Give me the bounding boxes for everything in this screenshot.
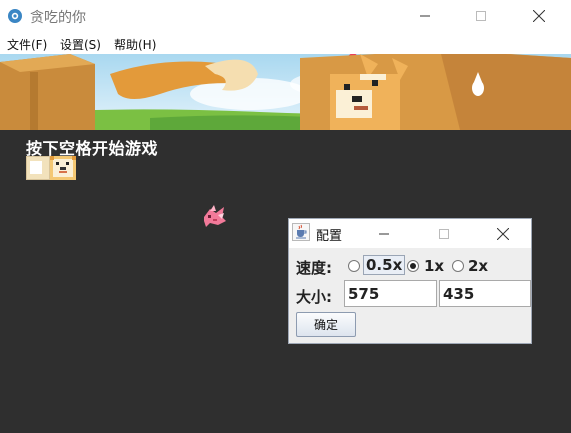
title-bar: 贪吃的你 <box>0 0 571 33</box>
java-cup-icon <box>292 223 310 241</box>
close-button[interactable] <box>516 0 562 32</box>
speed-radio-1x[interactable] <box>407 260 419 272</box>
close-icon <box>533 10 545 22</box>
window-title: 贪吃的你 <box>30 10 86 26</box>
shiba-head-icon <box>50 156 76 180</box>
height-input[interactable]: 435 <box>439 280 531 307</box>
dialog-maximize-button[interactable] <box>424 219 464 248</box>
dialog-title-bar: 配置 <box>289 219 531 248</box>
pink-bird-icon <box>204 205 226 227</box>
speed-option-1x-label[interactable]: 1x <box>424 257 444 275</box>
dialog-minimize-button[interactable] <box>364 219 404 248</box>
menu-help[interactable]: 帮助(H) <box>114 36 156 53</box>
maximize-icon <box>476 11 486 21</box>
menu-bar: 文件(F) 设置(S) 帮助(H) <box>0 32 571 54</box>
menu-file[interactable]: 文件(F) <box>7 36 47 53</box>
speed-option-2x-label[interactable]: 2x <box>468 257 488 275</box>
app-gear-icon <box>8 9 22 23</box>
header-banner-image <box>0 54 571 130</box>
minimize-button[interactable] <box>402 0 448 32</box>
size-label: 大小: <box>296 288 332 306</box>
close-icon <box>497 227 509 240</box>
speed-option-0.5x-label[interactable]: 0.5x <box>363 255 406 275</box>
menu-settings[interactable]: 设置(S) <box>60 36 101 53</box>
speed-radio-0.5x[interactable] <box>348 260 360 272</box>
speed-label: 速度: <box>296 259 332 277</box>
config-dialog: 配置 速度: 0.5x 1x 2x 大小: 575 435 确定 <box>288 218 532 344</box>
maximize-icon <box>439 228 449 239</box>
shiba-banner-illustration <box>0 54 571 130</box>
speed-radio-2x[interactable] <box>452 260 464 272</box>
width-input[interactable]: 575 <box>344 280 437 307</box>
minimize-icon <box>379 233 389 234</box>
dialog-title: 配置 <box>316 229 343 244</box>
maximize-button[interactable] <box>458 0 504 32</box>
dialog-close-button[interactable] <box>483 219 523 248</box>
minimize-icon <box>420 15 430 17</box>
ok-button[interactable]: 确定 <box>296 312 356 337</box>
snake-body-segment <box>26 156 50 180</box>
